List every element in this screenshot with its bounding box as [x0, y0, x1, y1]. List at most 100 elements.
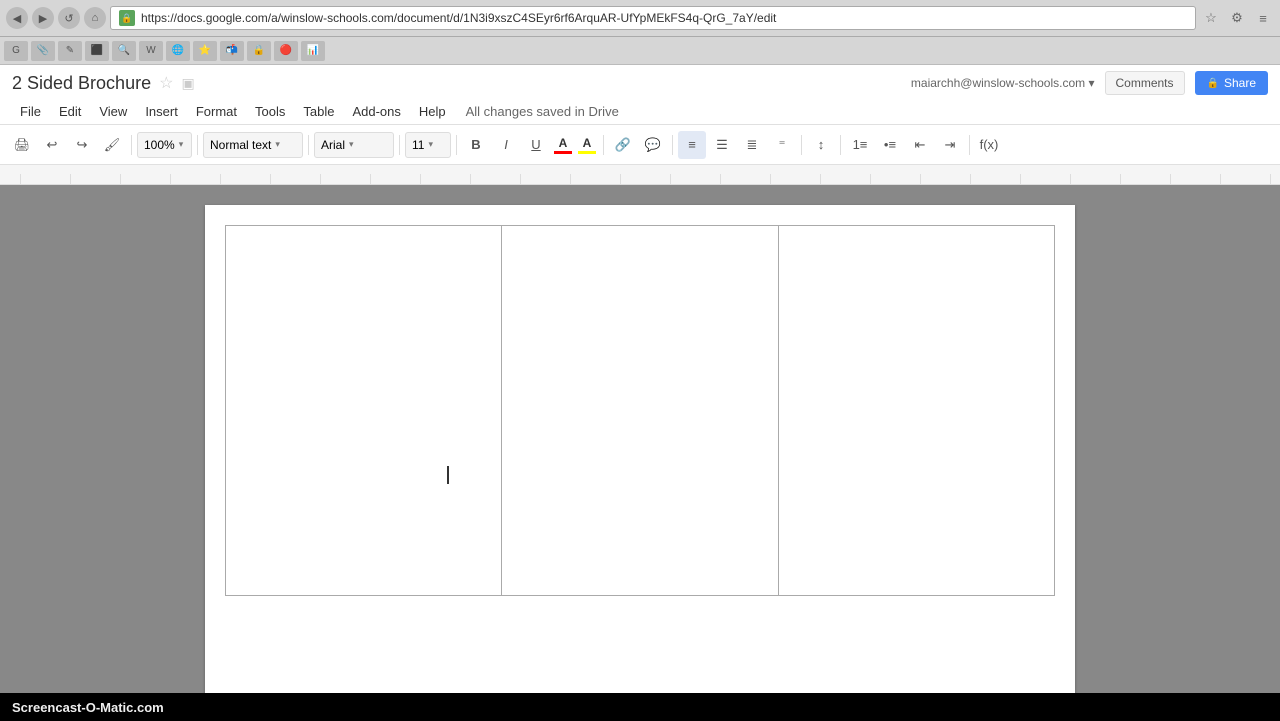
ext-icon-6[interactable]: W: [139, 41, 163, 61]
separator-8: [801, 135, 802, 155]
justify-button[interactable]: ⁼: [768, 131, 796, 159]
back-button[interactable]: ◀: [6, 7, 28, 29]
ruler: [0, 165, 1280, 185]
print-button[interactable]: 🖨: [8, 131, 36, 159]
url-bar[interactable]: 🔒 https://docs.google.com/a/winslow-scho…: [110, 6, 1196, 30]
docs-container: 2 Sided Brochure ☆ ▣ maiarchh@winslow-sc…: [0, 65, 1280, 693]
align-center-button[interactable]: ☰: [708, 131, 736, 159]
separator-10: [969, 135, 970, 155]
document-table[interactable]: [225, 225, 1055, 596]
numbered-list-button[interactable]: 1≡: [846, 131, 874, 159]
screencast-label: Screencast-O-Matic.com: [12, 700, 164, 715]
page-wrapper: [205, 205, 1075, 693]
share-button[interactable]: 🔒 Share: [1195, 71, 1268, 95]
menu-insert[interactable]: Insert: [137, 101, 186, 122]
docs-title-right: maiarchh@winslow-schools.com ▾ Comments …: [911, 71, 1268, 95]
ext-icon-10[interactable]: 🔒: [247, 41, 271, 61]
menu-edit[interactable]: Edit: [51, 101, 89, 122]
table-row: [226, 226, 1055, 596]
ruler-inner: [0, 165, 1280, 184]
menu-tools[interactable]: Tools: [247, 101, 293, 122]
browser-action-buttons: ☆ ⚙ ≡: [1200, 7, 1274, 29]
menu-format[interactable]: Format: [188, 101, 245, 122]
line-spacing-button[interactable]: ↕: [807, 131, 835, 159]
decrease-indent-button[interactable]: ⇤: [906, 131, 934, 159]
screencast-bar: Screencast-O-Matic.com: [0, 693, 1280, 721]
document-title: 2 Sided Brochure: [12, 73, 151, 94]
forward-button[interactable]: ▶: [32, 7, 54, 29]
style-chevron: ▾: [275, 139, 280, 150]
font-value: Arial: [321, 138, 345, 152]
font-size-value: 11: [412, 138, 424, 152]
saved-status: All changes saved in Drive: [466, 104, 619, 119]
lock-icon: 🔒: [119, 10, 135, 26]
link-button[interactable]: 🔗: [609, 131, 637, 159]
extensions-button[interactable]: ⚙: [1226, 7, 1248, 29]
zoom-value: 100%: [144, 138, 175, 152]
menu-table[interactable]: Table: [295, 101, 342, 122]
ext-icon-7[interactable]: 🌐: [166, 41, 190, 61]
toolbar: 🖨 ↩ ↪ 🖌 100% ▾ Normal text ▾ Arial ▾ 11 …: [0, 125, 1280, 165]
style-dropdown[interactable]: Normal text ▾: [203, 132, 303, 158]
docs-title-left: 2 Sided Brochure ☆ ▣: [12, 73, 195, 94]
ext-icon-11[interactable]: 🔴: [274, 41, 298, 61]
table-cell-1[interactable]: [226, 226, 502, 596]
text-cursor: [447, 466, 449, 484]
ext-icon-2[interactable]: 📎: [31, 41, 55, 61]
browser-chrome: ◀ ▶ ↺ ⌂ 🔒 https://docs.google.com/a/wins…: [0, 0, 1280, 37]
docs-header: 2 Sided Brochure ☆ ▣ maiarchh@winslow-sc…: [0, 65, 1280, 125]
redo-button[interactable]: ↪: [68, 131, 96, 159]
comments-button[interactable]: Comments: [1105, 71, 1185, 95]
highlight-color-button[interactable]: A: [576, 134, 598, 156]
underline-button[interactable]: U: [522, 131, 550, 159]
separator-7: [672, 135, 673, 155]
table-cell-2[interactable]: [502, 226, 778, 596]
table-cell-3[interactable]: [778, 226, 1054, 596]
menu-addons[interactable]: Add-ons: [344, 101, 408, 122]
highlight-color-bar: [578, 151, 596, 154]
ext-icon-12[interactable]: 📊: [301, 41, 325, 61]
font-chevron: ▾: [349, 139, 354, 150]
text-color-button[interactable]: A: [552, 134, 574, 156]
increase-indent-button[interactable]: ⇥: [936, 131, 964, 159]
menu-file[interactable]: File: [12, 101, 49, 122]
zoom-dropdown[interactable]: 100% ▾: [137, 132, 192, 158]
italic-button[interactable]: I: [492, 131, 520, 159]
folder-icon[interactable]: ▣: [181, 75, 194, 92]
undo-button[interactable]: ↩: [38, 131, 66, 159]
menu-help[interactable]: Help: [411, 101, 454, 122]
menu-view[interactable]: View: [91, 101, 135, 122]
refresh-button[interactable]: ↺: [58, 7, 80, 29]
font-size-dropdown[interactable]: 11 ▾: [405, 132, 451, 158]
separator-6: [603, 135, 604, 155]
ext-icon-8[interactable]: ⭐: [193, 41, 217, 61]
separator-5: [456, 135, 457, 155]
document-page[interactable]: [205, 205, 1075, 693]
formula-button[interactable]: f(x): [975, 131, 1003, 159]
comment-button[interactable]: 💬: [639, 131, 667, 159]
home-button[interactable]: ⌂: [84, 7, 106, 29]
ext-icon-4[interactable]: ⬛: [85, 41, 109, 61]
bulleted-list-button[interactable]: •≡: [876, 131, 904, 159]
font-dropdown[interactable]: Arial ▾: [314, 132, 394, 158]
extensions-bar: G 📎 ✎ ⬛ 🔍 W 🌐 ⭐ 📬 🔒 🔴 📊: [0, 37, 1280, 65]
menu-bar: File Edit View Insert Format Tools Table…: [12, 99, 1268, 124]
user-email[interactable]: maiarchh@winslow-schools.com ▾: [911, 76, 1095, 90]
ruler-marks: [0, 165, 1280, 184]
bold-button[interactable]: B: [462, 131, 490, 159]
menu-button[interactable]: ≡: [1252, 7, 1274, 29]
align-left-button[interactable]: ≡: [678, 131, 706, 159]
separator-4: [399, 135, 400, 155]
ext-icon-9[interactable]: 📬: [220, 41, 244, 61]
align-right-button[interactable]: ≣: [738, 131, 766, 159]
document-area[interactable]: [0, 185, 1280, 693]
ext-icon-3[interactable]: ✎: [58, 41, 82, 61]
ext-icon-5[interactable]: 🔍: [112, 41, 136, 61]
style-value: Normal text: [210, 138, 271, 152]
paint-format-button[interactable]: 🖌: [98, 131, 126, 159]
ext-icon-1[interactable]: G: [4, 41, 28, 61]
bookmark-button[interactable]: ☆: [1200, 7, 1222, 29]
star-icon[interactable]: ☆: [159, 73, 173, 93]
share-lock-icon: 🔒: [1207, 78, 1219, 89]
below-table-area[interactable]: [225, 596, 1055, 636]
